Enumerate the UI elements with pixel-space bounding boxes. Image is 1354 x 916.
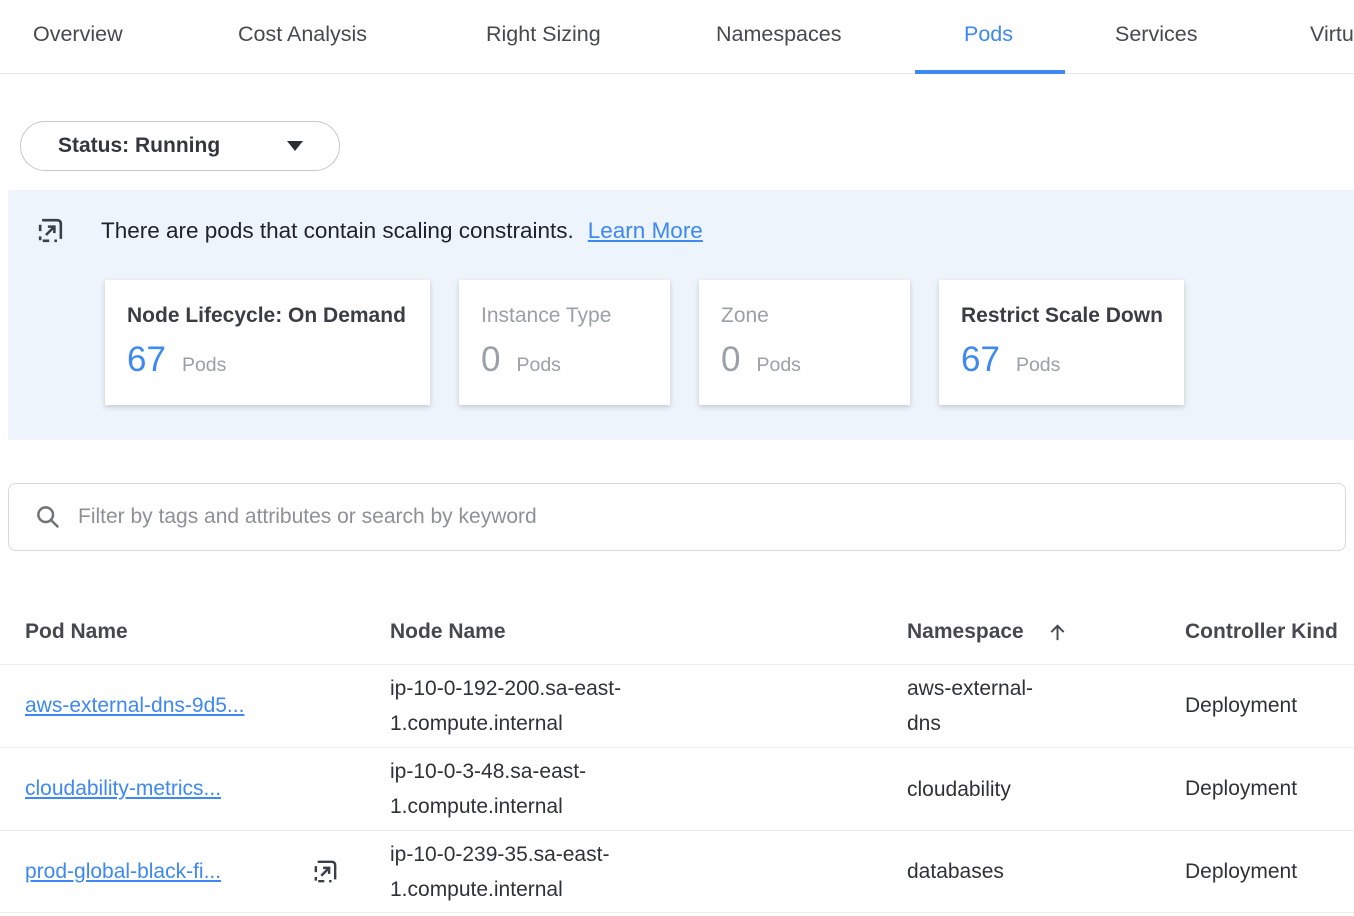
tab-bar: Overview Cost Analysis Right Sizing Name…	[0, 0, 1354, 74]
node-name-cell: ip-10-0-192-200.sa-east-1.compute.intern…	[390, 671, 660, 741]
tab-pods[interactable]: Pods	[964, 0, 1013, 68]
controller-kind-cell: Deployment	[1185, 777, 1354, 801]
banner-message: There are pods that contain scaling cons…	[101, 218, 574, 244]
card-zone[interactable]: Zone 0 Pods	[699, 280, 910, 405]
card-title: Instance Type	[481, 304, 648, 328]
namespace-cell: cloudability	[907, 772, 1052, 807]
pod-name-link[interactable]: prod-global-black-fi...	[25, 860, 221, 884]
tab-right-sizing[interactable]: Right Sizing	[486, 0, 601, 68]
table-header-row: Pod Name Node Name Namespace Controller …	[0, 600, 1354, 664]
node-name-cell: ip-10-0-3-48.sa-east-1.compute.internal	[390, 754, 660, 824]
card-unit: Pods	[182, 354, 226, 377]
card-title: Restrict Scale Down	[961, 304, 1162, 328]
table-row: prod-global-black-fi... ip-10-0-239-35.s…	[0, 830, 1354, 913]
arrow-up-icon	[1046, 621, 1069, 644]
column-header-namespace-label: Namespace	[907, 620, 1024, 644]
card-title: Node Lifecycle: On Demand	[127, 304, 408, 328]
card-instance-type[interactable]: Instance Type 0 Pods	[459, 280, 670, 405]
column-header-node-name[interactable]: Node Name	[390, 620, 907, 644]
column-header-controller-kind[interactable]: Controller Kind	[1185, 620, 1354, 644]
pods-table: Pod Name Node Name Namespace Controller …	[0, 600, 1354, 913]
namespace-cell: databases	[907, 854, 1052, 889]
card-value: 0	[481, 340, 500, 380]
namespace-cell: aws-external-dns	[907, 671, 1052, 741]
constraint-cards: Node Lifecycle: On Demand 67 Pods Instan…	[105, 280, 1184, 405]
card-node-lifecycle[interactable]: Node Lifecycle: On Demand 67 Pods	[105, 280, 430, 405]
card-value: 67	[127, 340, 166, 380]
card-restrict-scale-down[interactable]: Restrict Scale Down 67 Pods	[939, 280, 1184, 405]
controller-kind-cell: Deployment	[1185, 694, 1354, 718]
tab-services[interactable]: Services	[1115, 0, 1197, 68]
card-unit: Pods	[756, 354, 800, 377]
scaling-constraints-banner: There are pods that contain scaling cons…	[8, 190, 1354, 440]
scale-out-icon	[35, 215, 66, 246]
tab-cost-analysis[interactable]: Cost Analysis	[238, 0, 367, 68]
column-header-pod-name[interactable]: Pod Name	[25, 620, 390, 644]
card-value: 67	[961, 340, 1000, 380]
pod-name-link[interactable]: cloudability-metrics...	[25, 777, 221, 801]
card-title: Zone	[721, 304, 888, 328]
tab-namespaces[interactable]: Namespaces	[716, 0, 841, 68]
card-unit: Pods	[1016, 354, 1060, 377]
active-tab-indicator	[915, 70, 1065, 74]
column-header-namespace[interactable]: Namespace	[907, 620, 1185, 644]
caret-down-icon	[287, 141, 303, 151]
status-filter-label: Status: Running	[58, 134, 220, 158]
table-row: cloudability-metrics... ip-10-0-3-48.sa-…	[0, 747, 1354, 830]
card-unit: Pods	[516, 354, 560, 377]
table-row: aws-external-dns-9d5... ip-10-0-192-200.…	[0, 664, 1354, 747]
scale-out-icon	[311, 857, 340, 886]
search-input[interactable]	[78, 505, 1325, 529]
learn-more-link[interactable]: Learn More	[588, 218, 703, 244]
controller-kind-cell: Deployment	[1185, 860, 1354, 884]
status-filter-dropdown[interactable]: Status: Running	[20, 121, 340, 171]
node-name-cell: ip-10-0-239-35.sa-east-1.compute.interna…	[390, 837, 660, 907]
card-value: 0	[721, 340, 740, 380]
tab-virtual[interactable]: Virtu	[1310, 0, 1354, 68]
filter-search-bar	[8, 483, 1346, 551]
tab-overview[interactable]: Overview	[33, 0, 123, 68]
search-icon	[35, 504, 62, 531]
pod-name-link[interactable]: aws-external-dns-9d5...	[25, 694, 244, 718]
